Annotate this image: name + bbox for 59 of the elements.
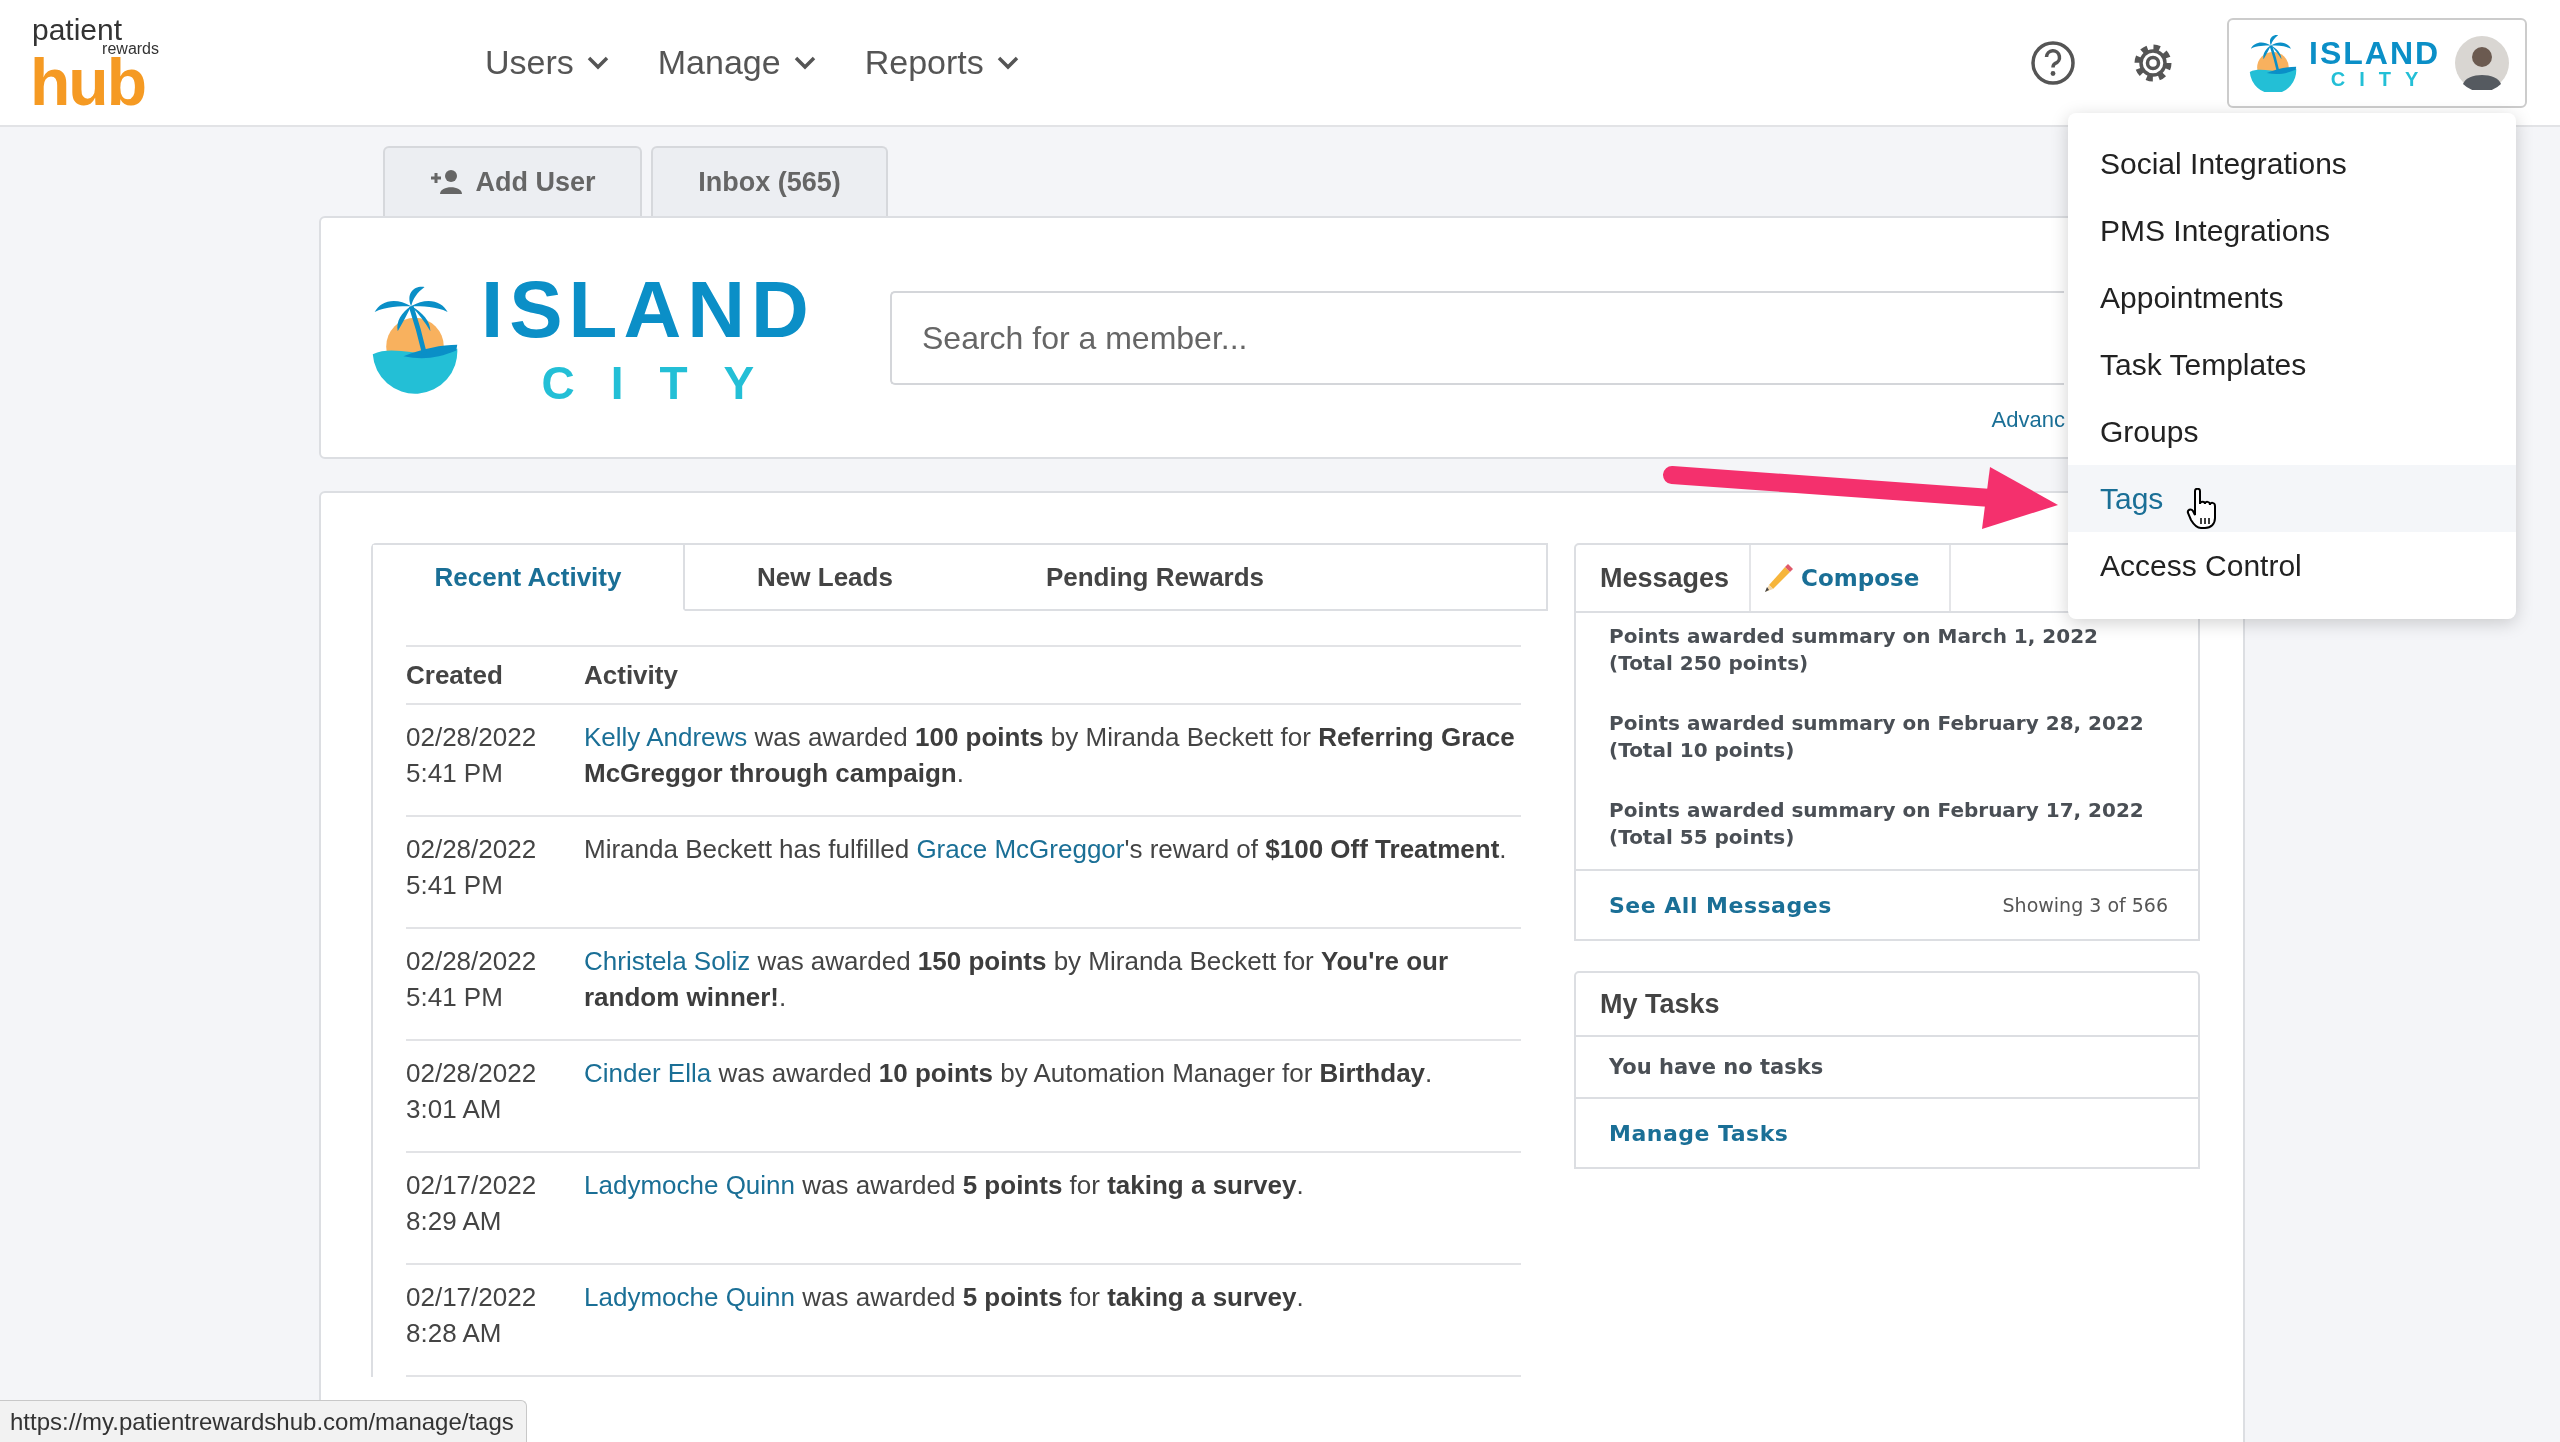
activity-text: Miranda Beckett has fulfilled Grace McGreggor's reward of $100 Off Treatment. <box>584 833 1508 866</box>
created-cell-text: 02/28/2022 5:41 PM <box>406 721 538 790</box>
column-header: Created <box>406 646 584 704</box>
activity-text: Kelly Andrews was awarded 100 points by Miranda Beckett for Referring Grace McGreggor through campaign. <box>584 721 1516 790</box>
member-link[interactable]: Grace McGreggor <box>916 834 1125 864</box>
nav-menu[interactable]: Manage <box>657 43 817 82</box>
member-link[interactable]: Ladymoche Quinn <box>584 1282 796 1312</box>
created-cell-text: 02/28/2022 5:41 PM <box>406 945 538 1014</box>
member-link[interactable]: Christela Soliz <box>584 946 751 976</box>
brand-name: CITY <box>541 359 791 406</box>
menu-item[interactable]: Task Templates <box>2068 331 2516 398</box>
nav-menu[interactable]: Reports <box>864 43 1020 82</box>
add-person-icon <box>429 169 464 195</box>
created-cell-text: 02/28/2022 3:01 AM <box>406 1057 538 1126</box>
activity-tab[interactable]: Recent Activity <box>373 545 685 611</box>
menu-item[interactable]: Groups <box>2068 398 2516 465</box>
message-subject[interactable]: Points awarded summary on February 17, 2022 (Total 55 points) <box>1609 797 2168 851</box>
search-field[interactable]: Search for a member... <box>890 291 2064 385</box>
chevron-down-icon <box>585 54 610 71</box>
chevron-down-icon <box>792 54 817 71</box>
user-avatar <box>2455 35 2509 90</box>
created-cell-text: 02/28/2022 5:41 PM <box>406 833 538 902</box>
action-tab[interactable]: Inbox (565) <box>651 146 888 216</box>
chevron-down-icon <box>995 54 1020 71</box>
compose-link[interactable]: Compose <box>1751 545 1952 611</box>
member-link[interactable]: Ladymoche Quinn <box>584 1170 796 1200</box>
brand-name: ISLAND <box>481 269 815 350</box>
created-cell-text: 02/17/2022 8:28 AM <box>406 1281 538 1350</box>
menu-item[interactable]: Access Control <box>2068 532 2516 599</box>
created-cell-text: 02/17/2022 8:29 AM <box>406 1169 538 1238</box>
panel-title: My Tasks <box>1600 988 1720 1020</box>
menu-item[interactable]: Social Integrations <box>2068 130 2516 197</box>
action-tab[interactable]: Add User <box>383 146 642 216</box>
account-menu[interactable]: ISLAND CITY <box>2227 17 2527 108</box>
column-header: Activity <box>584 646 1521 704</box>
panel-title: Messages <box>1576 545 1752 611</box>
message-count: Showing 3 of 566 <box>2002 894 2168 916</box>
activity-text: Ladymoche Quinn was awarded 5 points for taking a survey. <box>584 1169 1305 1202</box>
menu-item[interactable]: Tags <box>2068 465 2516 532</box>
empty-message: You have no tasks <box>1609 1055 1824 1079</box>
status-bar-url: https://my.patientrewardshub.com/manage/tags <box>0 1400 527 1442</box>
help-icon[interactable] <box>2029 38 2077 87</box>
member-link[interactable]: Cinder Ella <box>584 1058 712 1088</box>
member-link[interactable]: Kelly Andrews <box>584 722 748 752</box>
brand-name: ISLAND <box>2309 36 2441 69</box>
activity-text: Cinder Ella was awarded 10 points by Automation Manager for Birthday. <box>584 1057 1434 1090</box>
message-subject[interactable]: Points awarded summary on February 28, 2022 (Total 10 points) <box>1609 710 2168 764</box>
pencil-icon <box>1763 563 1794 593</box>
activity-text: Christela Soliz was awarded 150 points by Miranda Beckett for You're our random winner!. <box>584 945 1450 1014</box>
menu-item[interactable]: PMS Integrations <box>2068 197 2516 264</box>
brand-name: CITY <box>2330 68 2433 89</box>
message-subject[interactable]: Points awarded summary on March 1, 2022 (Total 250 points) <box>1609 623 2168 677</box>
logo-text: hub <box>30 55 145 108</box>
nav-menu[interactable]: Users <box>485 43 610 82</box>
see-all-messages-link[interactable]: See All Messages <box>1609 892 1832 918</box>
advanced-search-link[interactable]: Advanc <box>1991 407 2065 433</box>
activity-text: Ladymoche Quinn was awarded 5 points for taking a survey. <box>584 1281 1305 1314</box>
manage-tasks-link[interactable]: Manage Tasks <box>1609 1120 1789 1146</box>
menu-item[interactable]: Appointments <box>2068 264 2516 331</box>
